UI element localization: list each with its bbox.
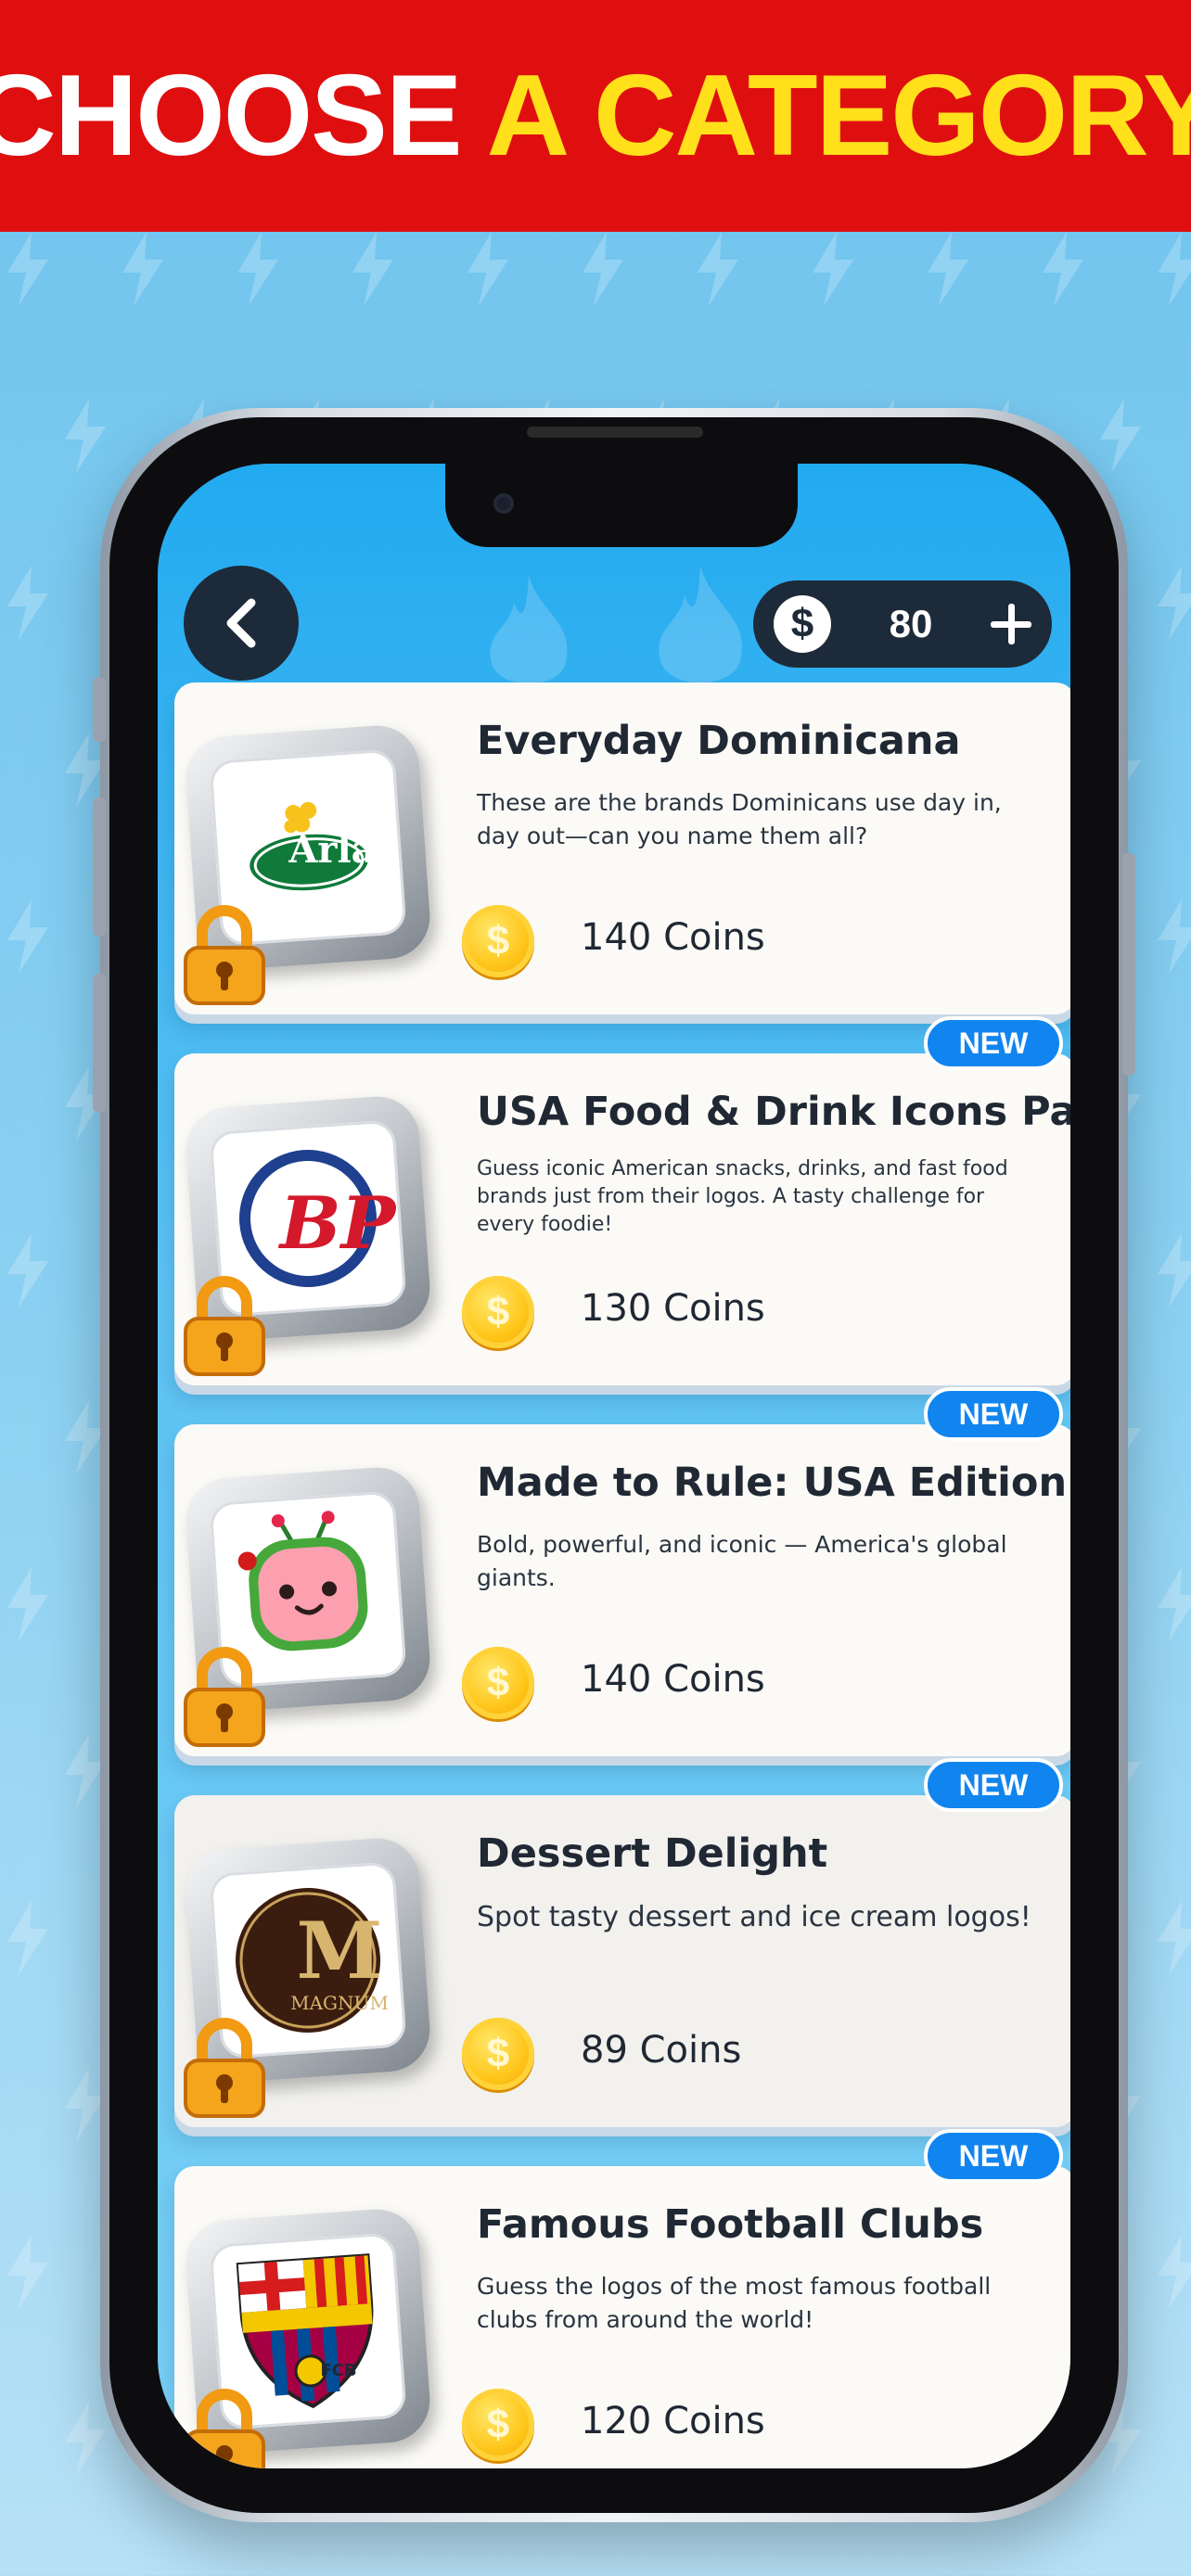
- volume-up-button: [93, 797, 106, 937]
- coin-icon: $: [462, 1276, 534, 1348]
- lightning-bolt-decoration: [1150, 899, 1191, 974]
- lock-icon: [184, 2018, 265, 2118]
- lightning-bolt-decoration: [230, 232, 286, 306]
- category-title: USA Food & Drink Icons Part 4: [477, 1089, 1070, 1135]
- coin-balance-value: 80: [889, 602, 933, 645]
- flame-decoration: [490, 575, 568, 684]
- back-button[interactable]: [184, 566, 299, 681]
- category-price: 130 Coins: [581, 1287, 765, 1330]
- lightning-bolt-decoration: [345, 232, 401, 306]
- lightning-bolt-decoration: [805, 232, 861, 306]
- lightning-bolt-decoration: [1093, 399, 1148, 473]
- lightning-bolt-decoration: [0, 2235, 56, 2309]
- lightning-bolt-decoration: [920, 232, 976, 306]
- lightning-bolt-decoration: [1150, 566, 1191, 640]
- lightning-bolt-decoration: [115, 232, 171, 306]
- power-button: [1122, 853, 1135, 1076]
- add-coins-icon[interactable]: [991, 604, 1031, 644]
- logo-subtext: MAGNUM: [290, 1992, 389, 2014]
- coin-icon: $: [462, 2389, 534, 2461]
- lightning-bolt-decoration: [0, 232, 56, 306]
- lightning-bolt-decoration: [0, 899, 56, 974]
- lightning-bolt-decoration: [0, 566, 56, 640]
- lock-icon: [184, 1276, 265, 1376]
- category-price: 89 Coins: [581, 2029, 742, 2072]
- lock-icon: [184, 1647, 265, 1747]
- phone-notch: [445, 464, 798, 547]
- phone-bezel: $ 80 Arla Everyday Dominicana These are …: [109, 417, 1119, 2513]
- lightning-bolt-decoration: [575, 232, 631, 306]
- logo-text: M: [296, 1905, 383, 1996]
- volume-down-button: [93, 974, 106, 1113]
- phone-speaker: [527, 427, 703, 438]
- phone-frame: $ 80 Arla Everyday Dominicana These are …: [93, 408, 1135, 2522]
- coin-icon: $: [462, 2018, 534, 2090]
- logo-text: Arla: [288, 828, 376, 872]
- lightning-bolt-decoration: [58, 399, 113, 473]
- new-badge: NEW: [924, 1387, 1063, 1441]
- category-card-everyday-dominicana[interactable]: Arla Everyday Dominicana These are the b…: [174, 682, 1070, 1014]
- coin-icon: $: [462, 1647, 534, 1719]
- lock-icon: [184, 905, 265, 1005]
- banner-text-yellow: A CATEGORY: [486, 52, 1191, 180]
- category-card-made-to-rule[interactable]: NEW Made to Rule: USA Edition Bold, powe…: [174, 1387, 1070, 1756]
- category-title: Famous Football Clubs: [477, 2201, 984, 2248]
- new-badge: NEW: [924, 1758, 1063, 1812]
- category-card-usa-food-drink[interactable]: NEW BP USA Food & Drink Icons Pa Guess i…: [174, 1016, 1070, 1385]
- category-card-famous-football-clubs[interactable]: NEW FCB Famous Football Clubs Guess the …: [174, 2129, 1070, 2468]
- category-title: Made to Rule: USA Edition: [477, 1460, 1068, 1506]
- dollar-icon: $: [774, 595, 831, 653]
- category-price: 140 Coins: [581, 1658, 765, 1701]
- lightning-bolt-decoration: [1150, 1567, 1191, 1641]
- lock-icon: [184, 2389, 265, 2468]
- coin-balance[interactable]: $ 80: [753, 580, 1052, 668]
- lightning-bolt-decoration: [460, 232, 516, 306]
- flame-decoration: [659, 566, 742, 683]
- category-description: Guess the logos of the most famous footb…: [477, 2273, 992, 2333]
- category-description: Guess iconic American snacks, drinks, an…: [477, 1157, 1008, 1236]
- category-description: Bold, powerful, and iconic — America's g…: [477, 1531, 1007, 1591]
- lightning-bolt-decoration: [1035, 232, 1091, 306]
- coin-icon: $: [462, 905, 534, 977]
- banner-text-white: CHOOSE: [0, 52, 463, 180]
- new-badge: NEW: [924, 2129, 1063, 2183]
- category-card-dessert-delight[interactable]: NEW M MAGNUM Dessert Delight Spot tasty …: [174, 1758, 1070, 2127]
- front-camera: [493, 493, 514, 514]
- lightning-bolt-decoration: [0, 1233, 56, 1307]
- logo-text: BP: [279, 1181, 396, 1266]
- lightning-bolt-decoration: [58, 2402, 113, 2476]
- lightning-bolt-decoration: [0, 1901, 56, 1975]
- lightning-bolt-decoration: [1150, 232, 1191, 306]
- lightning-bolt-decoration: [0, 1567, 56, 1641]
- mute-switch: [93, 677, 106, 742]
- category-description: Spot tasty dessert and ice cream logos!: [477, 1901, 1031, 1933]
- new-badge: NEW: [924, 1016, 1063, 1070]
- lightning-bolt-decoration: [1150, 1233, 1191, 1307]
- app-screen: $ 80 Arla Everyday Dominicana These are …: [158, 464, 1070, 2468]
- chevron-left-icon: [226, 598, 256, 648]
- lightning-bolt-decoration: [1150, 1901, 1191, 1975]
- category-description: These are the brands Dominicans use day …: [477, 789, 1002, 849]
- category-title: Dessert Delight: [477, 1830, 828, 1877]
- logo-text: FCB: [320, 2361, 357, 2380]
- lightning-bolt-decoration: [1150, 2235, 1191, 2309]
- category-price: 140 Coins: [581, 916, 765, 959]
- category-title: Everyday Dominicana: [477, 718, 961, 764]
- category-price: 120 Coins: [581, 2400, 765, 2442]
- lightning-bolt-decoration: [690, 232, 746, 306]
- promo-banner: CHOOSE A CATEGORY: [0, 0, 1191, 232]
